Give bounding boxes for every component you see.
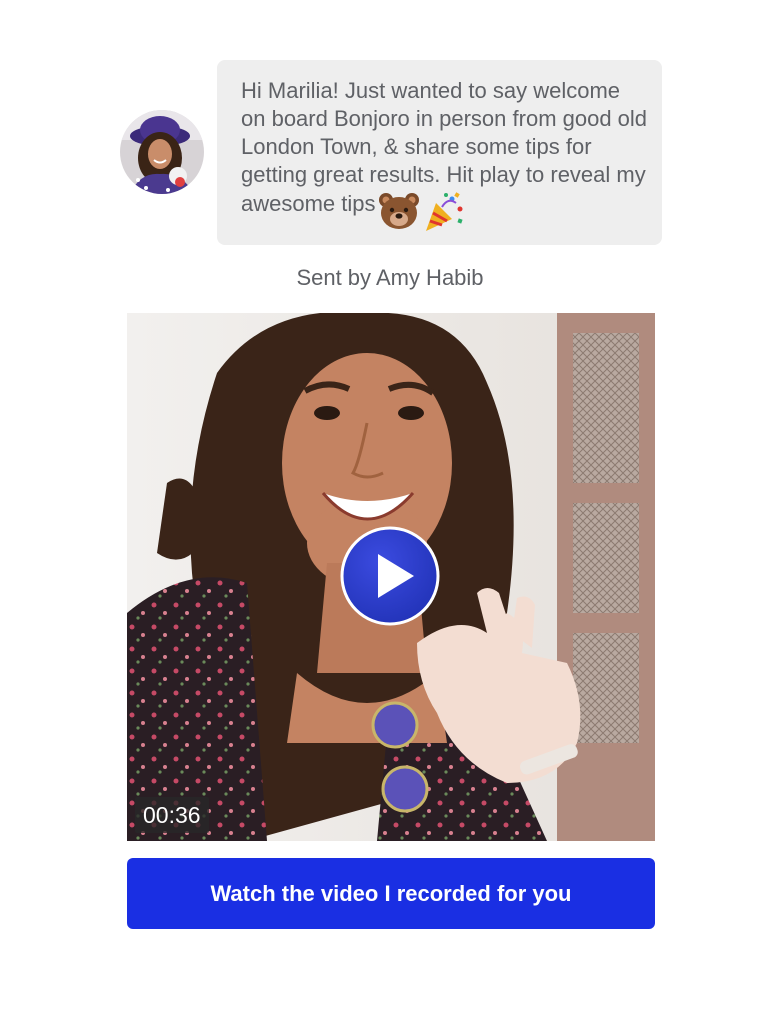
- bear-face-icon: [377, 191, 421, 231]
- video-duration: 00:36: [135, 797, 209, 833]
- play-button[interactable]: [340, 526, 440, 626]
- video-player[interactable]: 00:36: [127, 313, 655, 841]
- bonjoro-message-page: Hi Marilia! Just wanted to say welcome o…: [0, 0, 780, 1025]
- watch-video-button[interactable]: Watch the video I recorded for you: [127, 858, 655, 929]
- message-bubble: Hi Marilia! Just wanted to say welcome o…: [217, 60, 662, 245]
- sender-label: Sent by Amy Habib: [296, 265, 484, 290]
- sender-avatar: [120, 110, 204, 194]
- play-icon: [340, 526, 440, 626]
- party-popper-icon: [422, 189, 466, 233]
